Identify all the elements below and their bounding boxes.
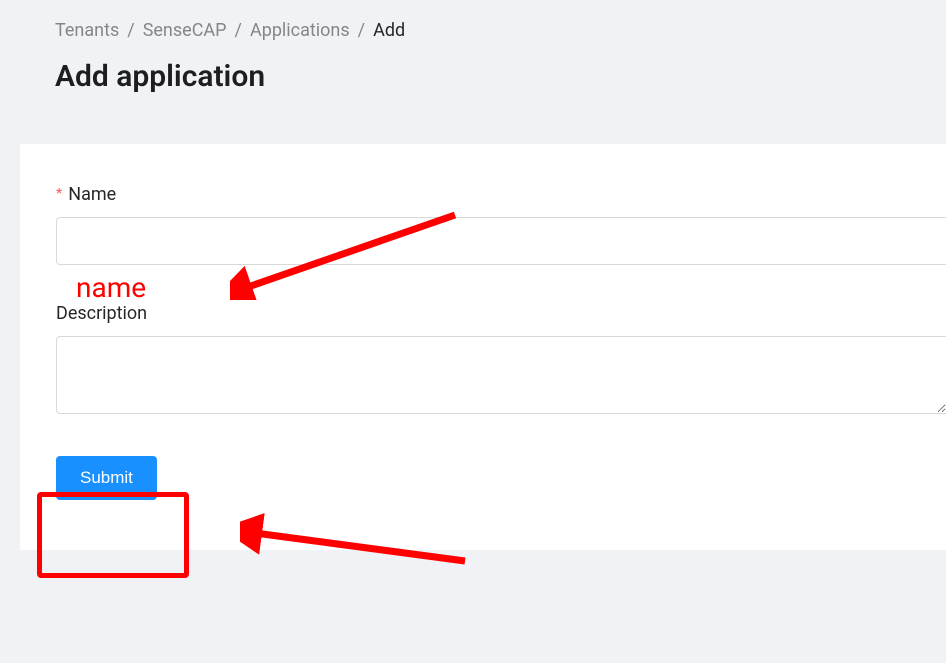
breadcrumb-separator: / <box>358 20 365 41</box>
breadcrumb-applications[interactable]: Applications <box>250 20 350 41</box>
form-card: * Name Description Submit <box>20 144 946 550</box>
description-label: Description <box>56 303 147 324</box>
breadcrumb-tenants[interactable]: Tenants <box>55 20 119 41</box>
form-item-name: * Name <box>56 184 946 265</box>
page-title: Add application <box>55 59 891 94</box>
name-input[interactable] <box>56 217 946 265</box>
breadcrumb: Tenants / SenseCAP / Applications / Add <box>55 20 891 41</box>
breadcrumb-current: Add <box>373 20 405 41</box>
description-label-row: Description <box>56 303 946 324</box>
required-asterisk-icon: * <box>56 186 62 204</box>
form-item-description: Description <box>56 303 946 418</box>
breadcrumb-sensecap[interactable]: SenseCAP <box>143 20 227 41</box>
submit-button[interactable]: Submit <box>56 456 157 500</box>
name-label: Name <box>68 184 116 205</box>
breadcrumb-separator: / <box>235 20 242 41</box>
breadcrumb-separator: / <box>127 20 134 41</box>
description-input[interactable] <box>56 336 946 414</box>
name-label-row: * Name <box>56 184 946 205</box>
